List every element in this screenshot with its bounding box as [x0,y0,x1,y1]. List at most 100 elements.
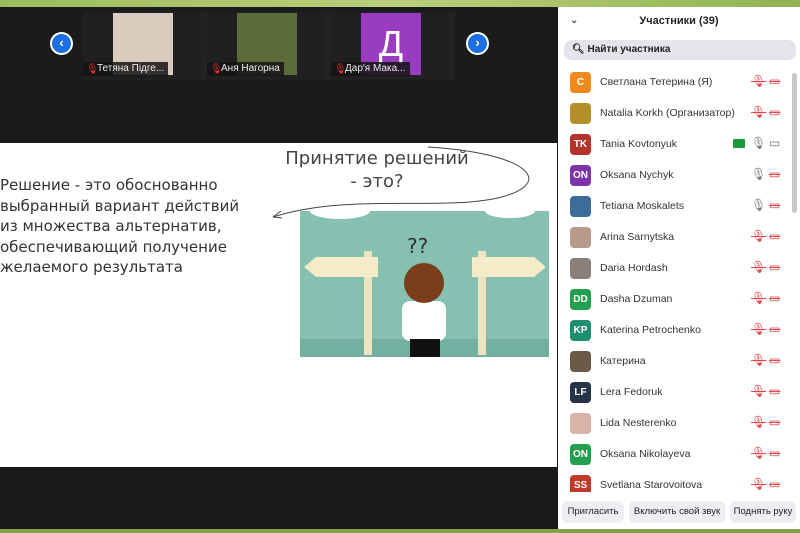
participant-name: Катерина [600,355,646,367]
avatar: ON [570,165,591,186]
participant-row[interactable]: SS Svetlana Starovoitova 🎙︎ ▭ [558,470,794,492]
question-marks: ?? [407,234,428,258]
video-off-icon[interactable]: ▭ [769,384,780,398]
participant-row[interactable]: KP Katerina Petrochenko 🎙︎ ▭ [558,315,794,346]
participant-name: Natalia Korkh (Организатор) [600,107,735,119]
participant-row[interactable]: ON Oksana Nikolayeva 🎙︎ ▭ [558,439,794,470]
video-off-icon[interactable]: ▭ [769,353,780,367]
avatar: С [570,72,591,93]
participant-row[interactable]: Катерина 🎙︎ ▭ [558,346,794,377]
participant-search-input[interactable]: 🔍︎ Найти участника [564,40,796,60]
avatar [570,413,591,434]
participant-row[interactable]: Arina Sarnytska 🎙︎ ▭ [558,222,794,253]
search-placeholder: Найти участника [587,44,671,55]
muted-mic-icon: 🎙︎ [334,64,347,75]
video-off-icon[interactable]: ▭ [769,477,780,491]
video-off-icon[interactable]: ▭ [769,167,780,181]
thumbnail-name-text: Аня Нагорна [221,63,280,74]
avatar: KP [570,320,591,341]
participants-panel: ⌄ Участники (39) 🔍︎ Найти участника С Свет… [558,7,800,529]
video-off-icon[interactable]: ▭ [769,74,780,88]
raise-hand-button[interactable]: Поднять руку [730,501,796,523]
thumbnail-name: 🎙︎ Аня Нагорна [207,62,284,76]
collapse-chevron-icon[interactable]: ⌄ [570,15,578,26]
avatar: LF [570,382,591,403]
participant-row[interactable]: ON Oksana Nychyk 🎙︎ ▭ [558,160,794,191]
thumbnail-name-text: Дар'я Мака... [345,63,406,74]
video-off-icon[interactable]: ▭ [769,322,780,336]
muted-mic-icon[interactable]: 🎙︎ [751,74,766,88]
muted-mic-icon[interactable]: 🎙︎ [751,415,766,429]
video-off-icon[interactable]: ▭ [769,229,780,243]
next-page-button[interactable]: › [466,32,489,55]
thumbnail-name: 🎙︎ Тетяна Підге... [83,62,169,76]
avatar [570,196,591,217]
invite-button[interactable]: Пригласить [562,501,624,523]
participant-row[interactable]: Daria Hordash 🎙︎ ▭ [558,253,794,284]
participant-name: Daria Hordash [600,262,668,274]
video-off-icon[interactable]: ▭ [769,291,780,305]
participant-row[interactable]: TK Tania Kovtonyuk 🎙︎ ▭ [558,129,794,160]
participant-row[interactable]: DD Dasha Dzuman 🎙︎ ▭ [558,284,794,315]
shared-slide: Принятие решений - это? Решение - это об… [0,143,557,467]
muted-mic-icon: 🎙︎ [210,64,223,75]
video-off-icon[interactable]: ▭ [769,105,780,119]
video-thumbnail[interactable]: 🎙︎ Тетяна Підге... [83,12,201,80]
avatar [570,351,591,372]
avatar [570,258,591,279]
participant-name: Oksana Nikolayeva [600,448,691,460]
muted-mic-icon[interactable]: 🎙︎ [751,322,766,336]
video-off-icon[interactable]: ▭ [769,446,780,460]
crossroads-illustration: ?? [300,211,549,357]
panel-title: Участники (39) [639,15,719,27]
mic-icon[interactable]: 🎙︎ [751,167,766,181]
muted-mic-icon[interactable]: 🎙︎ [751,477,766,491]
mic-icon[interactable]: 🎙︎ [751,136,766,150]
avatar: TK [570,134,591,155]
video-thumbnail[interactable]: 🎙︎ Аня Нагорна [207,12,325,80]
thumbnail-name: 🎙︎ Дар'я Мака... [331,62,410,76]
participant-row[interactable]: Lida Nesterenko 🎙︎ ▭ [558,408,794,439]
muted-mic-icon[interactable]: 🎙︎ [751,353,766,367]
video-off-icon[interactable]: ▭ [769,260,780,274]
participant-row[interactable]: С Светлана Тетерина (Я) 🎙︎ ▭ [558,67,794,98]
muted-mic-icon[interactable]: 🎙︎ [751,384,766,398]
participant-row[interactable]: Tetiana Moskalets 🎙︎ ▭ [558,191,794,222]
participant-name: Katerina Petrochenko [600,324,701,336]
muted-mic-icon: 🎙︎ [86,64,99,75]
screen-share-icon [733,139,745,148]
muted-mic-icon[interactable]: 🎙︎ [751,105,766,119]
muted-mic-icon[interactable]: 🎙︎ [751,446,766,460]
participant-name: Svetlana Starovoitova [600,479,703,491]
unmute-button[interactable]: Включить свой звук [629,501,725,523]
muted-mic-icon[interactable]: 🎙︎ [751,260,766,274]
avatar: DD [570,289,591,310]
participant-name: Arina Sarnytska [600,231,675,243]
video-thumbnail[interactable]: Д 🎙︎ Дар'я Мака... [331,12,449,80]
window-bottom-strip [0,529,800,533]
window-top-strip [0,0,800,7]
avatar [570,227,591,248]
participant-list: С Светлана Тетерина (Я) 🎙︎ ▭ Natalia Korkh (… [558,67,794,492]
participant-row[interactable]: LF Lera Fedoruk 🎙︎ ▭ [558,377,794,408]
participant-name: Светлана Тетерина (Я) [600,76,713,88]
avatar: SS [570,475,591,492]
video-icon[interactable]: ▭ [769,136,780,150]
participant-name: Lida Nesterenko [600,417,677,429]
scrollbar[interactable] [792,73,797,213]
avatar [570,103,591,124]
participant-row[interactable]: Natalia Korkh (Организатор) 🎙︎ ▭ [558,98,794,129]
participant-name: Dasha Dzuman [600,293,673,305]
muted-mic-icon[interactable]: 🎙︎ [751,229,766,243]
prev-page-button[interactable]: ‹ [50,32,73,55]
participant-name: Tania Kovtonyuk [600,138,678,150]
video-off-icon[interactable]: ▭ [769,198,780,212]
mic-icon[interactable]: 🎙︎ [751,198,766,212]
participant-name: Lera Fedoruk [600,386,663,398]
participant-name: Oksana Nychyk [600,169,674,181]
video-off-icon[interactable]: ▭ [769,415,780,429]
avatar: ON [570,444,591,465]
slide-definition: Решение - это обоснованно выбранный вари… [0,176,240,276]
muted-mic-icon[interactable]: 🎙︎ [751,291,766,305]
participant-name: Tetiana Moskalets [600,200,685,212]
